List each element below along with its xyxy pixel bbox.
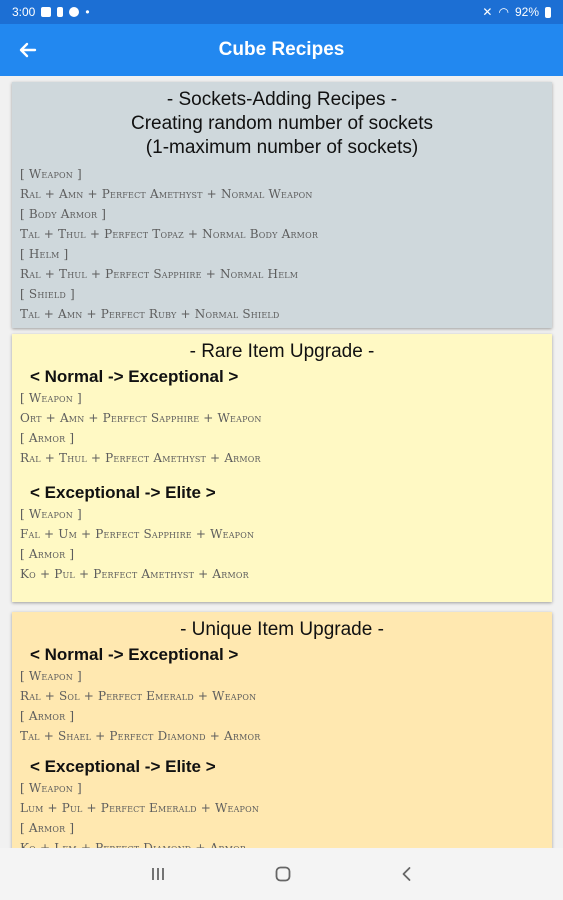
- more-notifications-icon: •: [85, 5, 90, 19]
- recipe-line: Tal + Thul + Perfect Topaz + Normal Body…: [20, 227, 319, 241]
- section-heading: < Exceptional -> Elite >: [30, 757, 216, 776]
- recipe-line: Fal + Um + Perfect Sapphire + Weapon: [20, 527, 255, 541]
- mute-icon: ✕: [482, 5, 493, 19]
- arrow-left-icon: [19, 42, 37, 58]
- category-label: [ Armor ]: [20, 431, 75, 445]
- upload-notification-icon: [57, 7, 64, 17]
- category-label: [ Weapon ]: [20, 781, 82, 795]
- home-button[interactable]: [271, 862, 295, 886]
- recipe-line: Ral + Thul + Perfect Sapphire + Normal H…: [20, 267, 299, 281]
- category-label: [ Armor ]: [20, 547, 75, 561]
- category-label: [ Weapon ]: [20, 669, 82, 683]
- recipe-line: Ral + Amn + Perfect Amethyst + Normal We…: [20, 187, 313, 201]
- section-heading: < Exceptional -> Elite >: [30, 483, 216, 502]
- home-icon: [275, 866, 291, 882]
- category-label: [ Body Armor ]: [20, 207, 107, 221]
- navigation-bar: [0, 848, 563, 900]
- recipe-line: Tal + Amn + Perfect Ruby + Normal Shield: [20, 307, 280, 321]
- back-icon: [402, 867, 411, 881]
- card-subtitle: Creating random number of sockets: [130, 113, 434, 134]
- category-label: [ Armor ]: [20, 709, 75, 723]
- status-time: 3:00: [12, 5, 36, 19]
- category-label: [ Weapon ]: [20, 507, 82, 521]
- rare-upgrade-card: - Rare Item Upgrade - < Normal -> Except…: [12, 334, 552, 602]
- card-subtitle: (1-maximum number of sockets): [145, 137, 419, 158]
- recents-icon: [152, 868, 164, 880]
- category-label: [ Shield ]: [20, 287, 75, 301]
- app-bar: Cube Recipes: [0, 24, 563, 76]
- card-title: - Rare Item Upgrade -: [189, 341, 375, 362]
- recipe-line: Ral + Sol + Perfect Emerald + Weapon: [20, 689, 257, 703]
- card-title: - Unique Item Upgrade -: [180, 619, 384, 640]
- battery-level: 92%: [514, 5, 539, 19]
- category-label: [ Weapon ]: [20, 391, 82, 405]
- card-title: - Sockets-Adding Recipes -: [166, 89, 398, 110]
- recipe-list[interactable]: - Sockets-Adding Recipes - Creating rand…: [0, 76, 563, 848]
- status-right: ✕ ◠ 92%: [482, 5, 551, 19]
- recipe-line: Ort + Amn + Perfect Sapphire + Weapon: [20, 411, 262, 425]
- sockets-recipes-card: - Sockets-Adding Recipes - Creating rand…: [12, 82, 552, 328]
- recipe-line: Ko + Lem + Perfect Diamond + Armor: [20, 841, 247, 848]
- section-heading: < Normal -> Exceptional >: [30, 367, 239, 386]
- image-notification-icon: [41, 7, 52, 17]
- category-label: [ Weapon ]: [20, 167, 82, 181]
- system-back-button[interactable]: [395, 862, 419, 886]
- category-label: [ Armor ]: [20, 821, 75, 835]
- recipe-line: Ko + Pul + Perfect Amethyst + Armor: [20, 567, 249, 581]
- recipe-line: Lum + Pul + Perfect Emerald + Weapon: [20, 801, 260, 815]
- section-heading: < Normal -> Exceptional >: [30, 645, 239, 664]
- back-button[interactable]: [10, 32, 46, 68]
- recipe-line: Tal + Shael + Perfect Diamond + Armor: [20, 729, 261, 743]
- status-bar: 3:00 • ✕ ◠ 92%: [0, 0, 563, 24]
- status-left: 3:00 •: [12, 5, 90, 19]
- wifi-icon: ◠: [498, 5, 509, 19]
- recents-button[interactable]: [146, 862, 170, 886]
- page-title: Cube Recipes: [218, 39, 345, 60]
- category-label: [ Helm ]: [20, 247, 69, 261]
- battery-icon: [545, 6, 551, 18]
- recipe-line: Ral + Thul + Perfect Amethyst + Armor: [20, 451, 261, 465]
- unique-upgrade-card: - Unique Item Upgrade - < Normal -> Exce…: [12, 612, 552, 848]
- message-notification-icon: [69, 7, 80, 17]
